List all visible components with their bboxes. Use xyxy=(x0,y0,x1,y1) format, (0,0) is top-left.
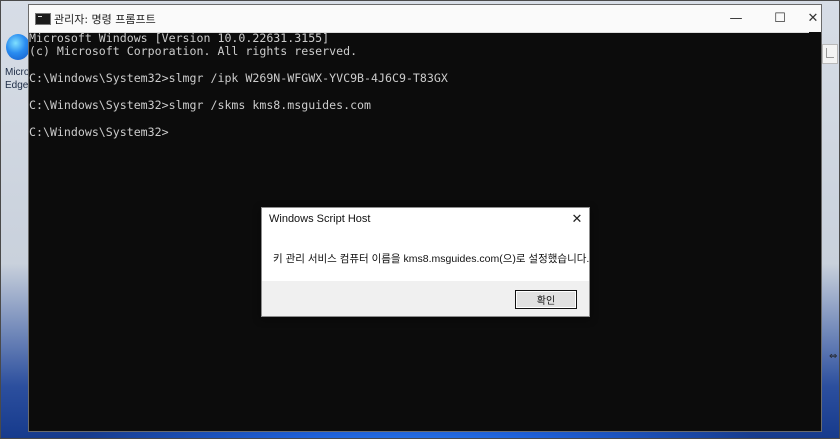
close-button[interactable]: ✕ xyxy=(805,5,821,32)
console-prompt: C:\Windows\System32> xyxy=(29,125,169,139)
console-line: (c) Microsoft Corporation. All rights re… xyxy=(29,44,358,58)
maximize-button[interactable]: ☐ xyxy=(763,5,797,32)
dialog-title: Windows Script Host xyxy=(269,213,371,225)
title-bar[interactable]: 관리자: 명령 프롬프트 — ☐ ✕ xyxy=(29,5,821,33)
terminal-icon xyxy=(35,13,51,25)
document-icon[interactable] xyxy=(822,44,838,64)
desktop-icon-edge[interactable]: Micro Edge xyxy=(2,34,30,94)
ok-button[interactable]: 확인 xyxy=(515,290,577,309)
dialog-footer: 확인 xyxy=(262,281,589,316)
dialog-close-button[interactable]: ✕ xyxy=(567,209,587,229)
message-box[interactable]: Windows Script Host ✕ 키 관리 서비스 컴퓨터 이름을 k… xyxy=(261,207,590,317)
edge-icon xyxy=(6,34,30,60)
minimize-button[interactable]: — xyxy=(719,5,753,32)
window-title: 관리자: 명령 프롬프트 xyxy=(54,13,156,26)
resize-cursor-icon: ⇔ xyxy=(829,351,838,362)
console-line: C:\Windows\System32>slmgr /skms kms8.msg… xyxy=(29,98,372,112)
dialog-message: 키 관리 서비스 컴퓨터 이름을 kms8.msguides.com(으)로 설… xyxy=(273,253,590,265)
scrollbar[interactable] xyxy=(809,32,821,431)
console-line: C:\Windows\System32>slmgr /ipk W269N-WFG… xyxy=(29,71,448,85)
